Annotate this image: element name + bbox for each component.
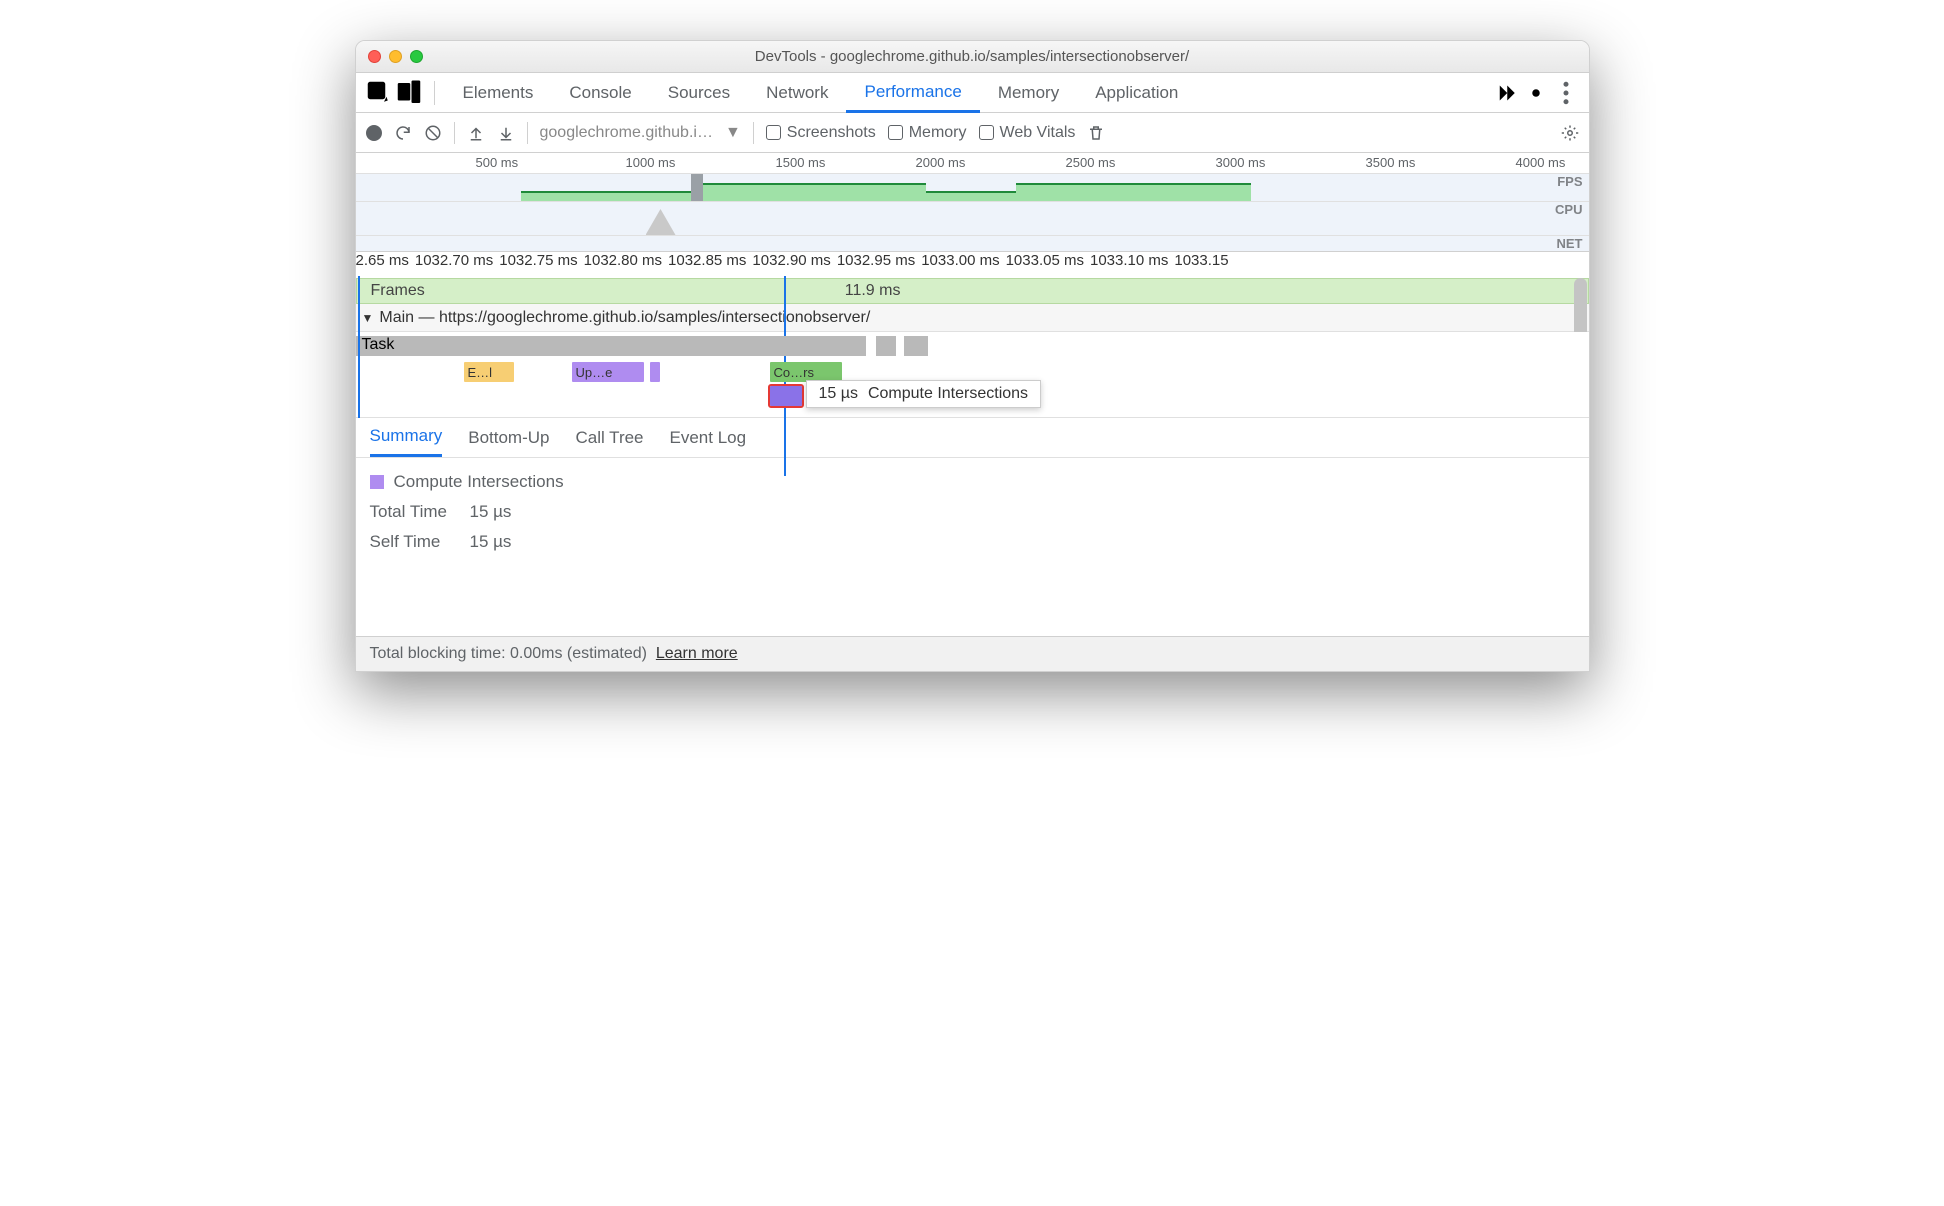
record-button[interactable] (366, 125, 382, 141)
window-title: DevTools - googlechrome.github.io/sample… (356, 48, 1589, 65)
flame-event[interactable]: Up…e (572, 362, 644, 382)
frames-track[interactable]: Frames 11.9 ms (356, 278, 1589, 304)
separator (753, 122, 754, 144)
summary-panel: Compute Intersections Total Time 15 µs S… (356, 458, 1589, 636)
kebab-menu-icon[interactable] (1551, 78, 1581, 108)
fps-lane[interactable]: FPS (356, 173, 1589, 201)
flame-event[interactable]: Co…rs (770, 362, 842, 382)
flame-event[interactable] (650, 362, 660, 382)
collect-garbage-icon[interactable] (1087, 124, 1105, 142)
reload-button[interactable] (394, 124, 412, 142)
detail-tab-eventlog[interactable]: Event Log (670, 428, 747, 448)
inspect-element-icon[interactable] (364, 78, 394, 108)
overview-panel[interactable]: 500 ms 1000 ms 1500 ms 2000 ms 2500 ms 3… (356, 153, 1589, 252)
main-track-header[interactable]: ▼ Main — https://googlechrome.github.io/… (356, 304, 1589, 332)
category-swatch (370, 475, 384, 489)
blocking-time-footer: Total blocking time: 0.00ms (estimated) … (356, 636, 1589, 671)
load-profile-icon[interactable] (467, 124, 485, 142)
profile-source-select[interactable]: googlechrome.github.i… (540, 124, 713, 142)
detail-tabbar: Summary Bottom-Up Call Tree Event Log (356, 418, 1589, 458)
task-bar[interactable]: Task (356, 336, 866, 356)
panel-tabbar: Elements Console Sources Network Perform… (356, 73, 1589, 113)
tab-elements[interactable]: Elements (445, 73, 552, 112)
tab-sources[interactable]: Sources (650, 73, 748, 112)
devtools-window: DevTools - googlechrome.github.io/sample… (355, 40, 1590, 672)
detail-tab-calltree[interactable]: Call Tree (575, 428, 643, 448)
screenshots-checkbox[interactable]: Screenshots (766, 124, 876, 142)
more-tabs-icon[interactable] (1491, 78, 1521, 108)
tab-application[interactable]: Application (1077, 73, 1196, 112)
detail-tab-bottomup[interactable]: Bottom-Up (468, 428, 549, 448)
detail-tab-summary[interactable]: Summary (370, 418, 443, 457)
flamechart[interactable]: Task E…l Up…e Co…rs 15 µsCompute Interse… (356, 332, 1589, 418)
webvitals-checkbox[interactable]: Web Vitals (979, 124, 1076, 142)
tab-network[interactable]: Network (748, 73, 846, 112)
summary-event-name: Compute Intersections (394, 472, 564, 492)
capture-settings-icon[interactable] (1561, 124, 1579, 142)
flame-event[interactable]: E…l (464, 362, 514, 382)
task-bar[interactable] (904, 336, 928, 356)
flamechart-container: Frames 11.9 ms ▼ Main — https://googlech… (356, 278, 1589, 418)
tab-memory[interactable]: Memory (980, 73, 1077, 112)
performance-toolbar: googlechrome.github.i… ▼ Screenshots Mem… (356, 113, 1589, 153)
tab-performance[interactable]: Performance (846, 74, 979, 113)
range-start-line[interactable] (358, 276, 360, 418)
separator (434, 81, 435, 105)
settings-icon[interactable] (1521, 78, 1551, 108)
net-lane[interactable]: NET (356, 235, 1589, 251)
clear-button[interactable] (424, 124, 442, 142)
summary-row: Total Time 15 µs (370, 502, 1575, 522)
overview-time-ruler[interactable]: 500 ms 1000 ms 1500 ms 2000 ms 2500 ms 3… (356, 153, 1589, 173)
summary-title-row: Compute Intersections (370, 472, 1575, 492)
summary-row: Self Time 15 µs (370, 532, 1575, 552)
separator (454, 122, 455, 144)
tab-console[interactable]: Console (551, 73, 649, 112)
device-toolbar-icon[interactable] (394, 78, 424, 108)
flame-event-selected[interactable] (770, 386, 802, 406)
save-profile-icon[interactable] (497, 124, 515, 142)
zoom-time-ruler[interactable]: 2.65 ms1032.70 ms1032.75 ms1032.80 ms103… (356, 252, 1589, 278)
cpu-lane[interactable]: CPU (356, 201, 1589, 235)
separator (527, 122, 528, 144)
memory-checkbox[interactable]: Memory (888, 124, 967, 142)
disclosure-triangle-icon[interactable]: ▼ (362, 311, 374, 325)
window-titlebar: DevTools - googlechrome.github.io/sample… (356, 41, 1589, 73)
event-tooltip: 15 µsCompute Intersections (806, 380, 1042, 408)
task-bar[interactable] (876, 336, 896, 356)
learn-more-link[interactable]: Learn more (656, 645, 738, 662)
dropdown-icon[interactable]: ▼ (725, 124, 741, 142)
